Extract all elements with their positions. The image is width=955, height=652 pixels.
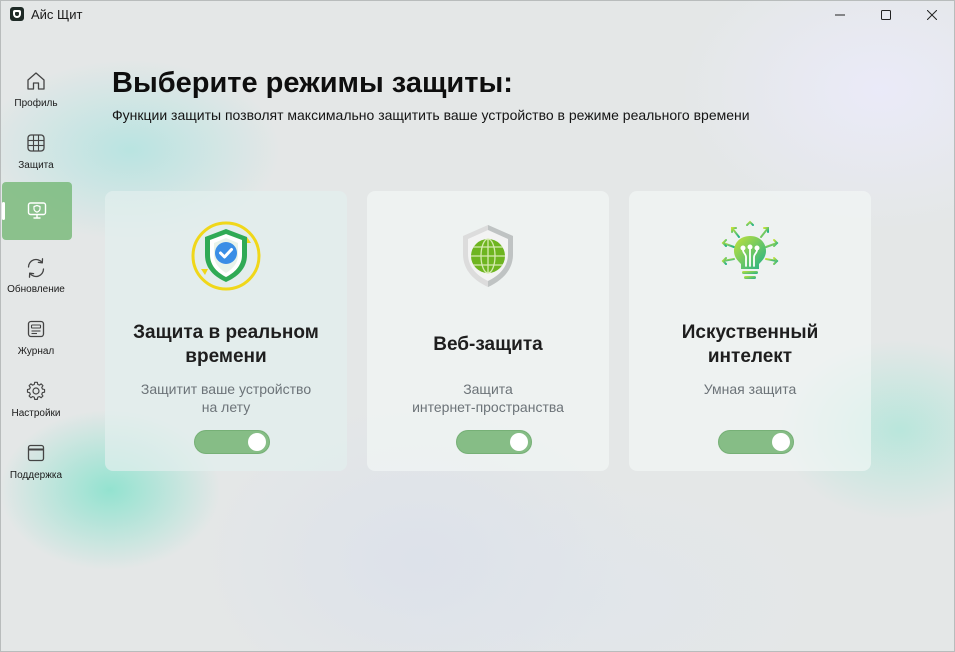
sidebar-item-label: Журнал <box>17 346 55 357</box>
web-protection-toggle[interactable] <box>456 430 532 454</box>
sidebar-item-support[interactable]: Поддержка <box>0 438 72 496</box>
journal-icon <box>27 320 45 338</box>
sidebar-item-label: Защита <box>18 160 54 171</box>
monitor-shield-icon <box>27 202 47 219</box>
card-description: Защита интернет-пространства <box>367 380 609 416</box>
web-protection-card: Веб-защита Защита интернет-пространства <box>367 191 609 471</box>
window-icon <box>27 444 45 462</box>
realtime-shield-icon <box>191 221 261 291</box>
ai-protection-toggle[interactable] <box>718 430 794 454</box>
minimize-button[interactable] <box>817 0 863 30</box>
card-description: Умная защита <box>629 380 871 398</box>
sidebar-item-profile[interactable]: Профиль <box>0 66 72 124</box>
web-shield-icon <box>463 225 513 287</box>
toggle-knob <box>248 433 266 451</box>
sidebar-item-settings[interactable]: Настройки <box>0 376 72 434</box>
maximize-icon <box>881 10 891 20</box>
card-title: Защита в реальном времени <box>105 321 347 369</box>
card-description-line: Защита <box>463 381 513 397</box>
sidebar-item-protection[interactable]: Защита <box>0 128 72 186</box>
realtime-protection-toggle[interactable] <box>194 430 270 454</box>
ai-protection-card: Искуственный интелект Умная защита <box>629 191 871 471</box>
sidebar-item-label: Настройки <box>11 408 61 419</box>
title-bar: Айс Щит <box>0 0 955 30</box>
minimize-icon <box>835 14 845 16</box>
sidebar-item-label: Обновление <box>7 284 65 295</box>
card-title-line: интелект <box>707 346 793 367</box>
sidebar-item-label: Профиль <box>14 98 58 109</box>
card-description-line: интернет-пространства <box>412 399 564 415</box>
card-title-line: времени <box>185 346 267 367</box>
sidebar-item-journal[interactable]: Журнал <box>0 314 72 372</box>
close-icon <box>927 10 937 20</box>
card-title-line: Защита в реальном <box>133 322 319 343</box>
page-subtitle: Функции защиты позволят максимально защи… <box>112 107 750 123</box>
card-title: Искуственный интелект <box>629 321 871 369</box>
card-title-line: Веб-защита <box>433 334 543 355</box>
home-icon <box>27 72 45 90</box>
realtime-protection-card: Защита в реальном времени Защитит ваше у… <box>105 191 347 471</box>
toggle-knob <box>510 433 528 451</box>
card-description-line: на лету <box>201 399 251 415</box>
card-description: Защитит ваше устройство на лету <box>105 380 347 416</box>
gear-icon <box>26 381 46 400</box>
window-title: Айс Щит <box>31 7 83 22</box>
toggle-knob <box>772 433 790 451</box>
active-indicator <box>2 202 5 220</box>
card-title-line: Искуственный <box>681 322 819 343</box>
sidebar-item-update[interactable]: Обновление <box>0 252 72 310</box>
grid-icon <box>27 134 45 152</box>
sidebar-item-device-protection[interactable] <box>2 182 72 240</box>
card-title: Веб-защита <box>367 333 609 357</box>
app-logo-icon <box>10 7 24 21</box>
refresh-icon <box>27 258 45 278</box>
sidebar-item-label: Поддержка <box>9 470 63 481</box>
card-description-line: Умная защита <box>703 381 797 397</box>
page-title: Выберите режимы защиты: <box>112 67 513 99</box>
card-description-line: Защитит ваше устройство <box>140 381 312 397</box>
maximize-button[interactable] <box>863 0 909 30</box>
ai-bulb-icon <box>721 220 779 279</box>
close-button[interactable] <box>909 0 955 30</box>
